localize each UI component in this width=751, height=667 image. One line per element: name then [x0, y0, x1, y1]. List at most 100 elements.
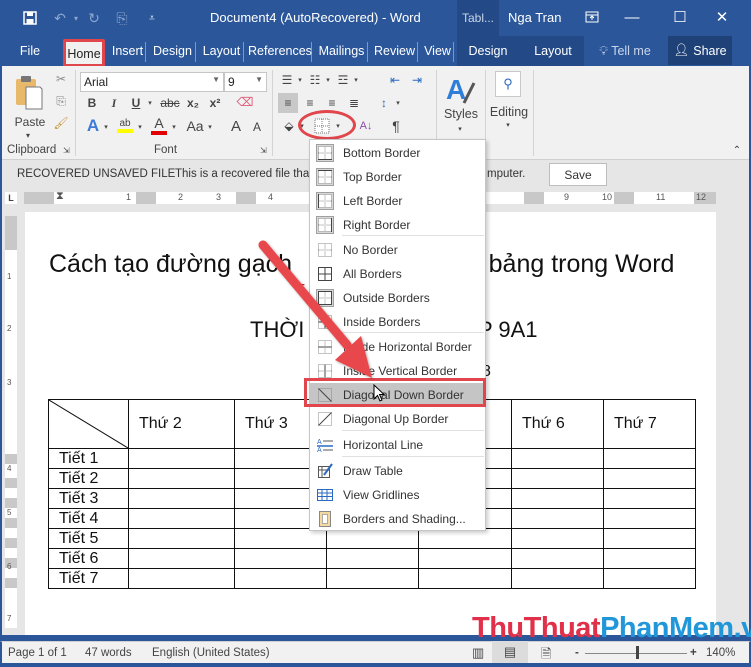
table-cell[interactable]: [511, 448, 604, 469]
row-label-cell[interactable]: Tiết 4: [48, 508, 129, 529]
document-red-text[interactable]: T: [295, 282, 305, 300]
underline-dropdown-icon[interactable]: ▾: [146, 94, 154, 112]
change-case-dropdown-icon[interactable]: ▾: [206, 118, 214, 136]
clipboard-launcher-icon[interactable]: ⇲: [63, 146, 70, 155]
menu-item-right-border[interactable]: Right Border: [310, 213, 485, 237]
multilevel-list-icon[interactable]: ☲: [334, 71, 352, 89]
zoom-out-button[interactable]: -: [575, 647, 579, 659]
increase-indent-icon[interactable]: ⇥: [408, 71, 426, 89]
tab-insert[interactable]: Insert: [110, 42, 146, 62]
user-name[interactable]: Nga Tran: [508, 10, 561, 25]
bold-button[interactable]: B: [84, 94, 100, 112]
tab-review[interactable]: Review: [372, 42, 418, 62]
numbering-icon[interactable]: ☷: [306, 71, 324, 89]
multilevel-dropdown-icon[interactable]: ▾: [352, 71, 360, 89]
customize-qat-icon[interactable]: ⩡: [142, 9, 162, 27]
table-cell[interactable]: [418, 568, 512, 589]
menu-item-borders-and-shading[interactable]: Borders and Shading...: [310, 507, 485, 531]
table-cell[interactable]: [326, 568, 419, 589]
justify-icon[interactable]: ≣: [344, 93, 364, 113]
text-effects-dropdown-icon[interactable]: ▾: [102, 118, 110, 136]
document-subheading-left[interactable]: THỜI: [250, 317, 304, 343]
shrink-font-button[interactable]: A: [250, 118, 264, 136]
table-cell[interactable]: [234, 548, 327, 569]
tab-layout[interactable]: Layout: [200, 42, 244, 62]
menu-item-bottom-border[interactable]: Bottom Border: [310, 141, 485, 165]
web-layout-icon[interactable]: 🗎︎: [541, 645, 551, 667]
collapse-ribbon-icon[interactable]: ⌃: [730, 144, 744, 156]
font-size-combo[interactable]: 9 ▼: [224, 72, 267, 92]
menu-item-horizontal-line[interactable]: A A Horizontal Line: [310, 433, 485, 457]
table-cell[interactable]: [234, 568, 327, 589]
bullets-icon[interactable]: ☰: [278, 71, 296, 89]
word-count[interactable]: 47 words: [85, 647, 132, 659]
decrease-indent-icon[interactable]: ⇤: [386, 71, 404, 89]
table-cell[interactable]: [511, 468, 604, 489]
clear-formatting-icon[interactable]: ⌫: [236, 92, 254, 112]
table-cell[interactable]: [326, 548, 419, 569]
italic-button[interactable]: I: [106, 94, 122, 112]
text-effects-icon[interactable]: A: [84, 116, 102, 136]
editing-button[interactable]: Editing: [488, 104, 530, 120]
tab-home[interactable]: Home: [63, 39, 105, 67]
document-heading-left[interactable]: Cách tạo đường gạch: [49, 250, 292, 279]
menu-item-diagonal-up-border[interactable]: Diagonal Up Border: [310, 407, 485, 431]
copy-icon[interactable]: ⎘: [112, 9, 132, 27]
editing-dropdown-icon[interactable]: ▾: [502, 120, 514, 130]
tab-mailings[interactable]: Mailings: [316, 42, 368, 62]
copy-icon[interactable]: ⎘: [52, 92, 70, 110]
ribbon-display-icon[interactable]: [572, 4, 612, 30]
font-color-icon[interactable]: A: [150, 114, 168, 136]
paste-dropdown-icon[interactable]: ▾: [18, 130, 38, 140]
header-cell[interactable]: Thứ 2: [128, 399, 235, 449]
paste-icon[interactable]: [12, 74, 46, 112]
zoom-slider-thumb[interactable]: [636, 646, 639, 659]
minimize-icon[interactable]: —: [612, 4, 652, 30]
table-cell[interactable]: [128, 448, 235, 469]
superscript-button[interactable]: x²: [206, 94, 224, 112]
table-cell[interactable]: [511, 568, 604, 589]
diagonal-header-cell[interactable]: [48, 399, 129, 449]
table-cell[interactable]: [234, 528, 327, 549]
format-painter-icon[interactable]: 🖌︎: [52, 114, 70, 132]
table-cell[interactable]: [128, 528, 235, 549]
redo-icon[interactable]: ↻: [84, 9, 104, 27]
row-label-cell[interactable]: Tiết 5: [48, 528, 129, 549]
document-subheading-right[interactable]: P 9A1: [478, 317, 538, 343]
line-spacing-dropdown-icon[interactable]: ▾: [394, 93, 402, 113]
font-name-combo[interactable]: Arial ▼: [80, 72, 224, 92]
undo-dropdown-icon[interactable]: ▾: [66, 9, 86, 27]
table-cell[interactable]: [128, 488, 235, 509]
table-cell[interactable]: [418, 548, 512, 569]
highlight-dropdown-icon[interactable]: ▾: [136, 118, 144, 136]
header-cell[interactable]: Thứ 6: [511, 399, 604, 449]
row-label-cell[interactable]: Tiết 1: [48, 448, 129, 469]
line-spacing-icon[interactable]: ↕: [374, 93, 394, 113]
table-cell[interactable]: [603, 528, 696, 549]
page-count[interactable]: Page 1 of 1: [8, 647, 67, 659]
cut-icon[interactable]: ✂: [52, 70, 70, 88]
tell-me-search[interactable]: 💡︎ Tell me: [594, 42, 656, 62]
table-cell[interactable]: [511, 528, 604, 549]
row-label-cell[interactable]: Tiết 6: [48, 548, 129, 569]
table-cell[interactable]: [603, 488, 696, 509]
table-cell[interactable]: [511, 508, 604, 529]
vertical-ruler[interactable]: 1 2 3 4 5 6 7: [5, 216, 17, 628]
table-cell[interactable]: [418, 528, 512, 549]
tab-design[interactable]: Design: [150, 42, 196, 62]
font-launcher-icon[interactable]: ⇲: [260, 146, 267, 155]
shading-icon[interactable]: ⬙: [280, 116, 298, 136]
zoom-level[interactable]: 140%: [706, 647, 735, 659]
table-cell[interactable]: [128, 568, 235, 589]
table-cell[interactable]: [603, 448, 696, 469]
table-cell[interactable]: [128, 548, 235, 569]
subscript-button[interactable]: x₂: [184, 94, 202, 112]
menu-item-no-border[interactable]: No Border: [310, 238, 485, 262]
menu-item-inside-borders[interactable]: Inside Borders: [310, 310, 485, 334]
table-cell[interactable]: [603, 548, 696, 569]
underline-button[interactable]: U: [128, 94, 144, 112]
table-cell[interactable]: [511, 488, 604, 509]
menu-item-left-border[interactable]: Left Border: [310, 189, 485, 213]
save-recovered-button[interactable]: Save: [549, 163, 607, 186]
strikethrough-button[interactable]: abc: [158, 94, 182, 112]
